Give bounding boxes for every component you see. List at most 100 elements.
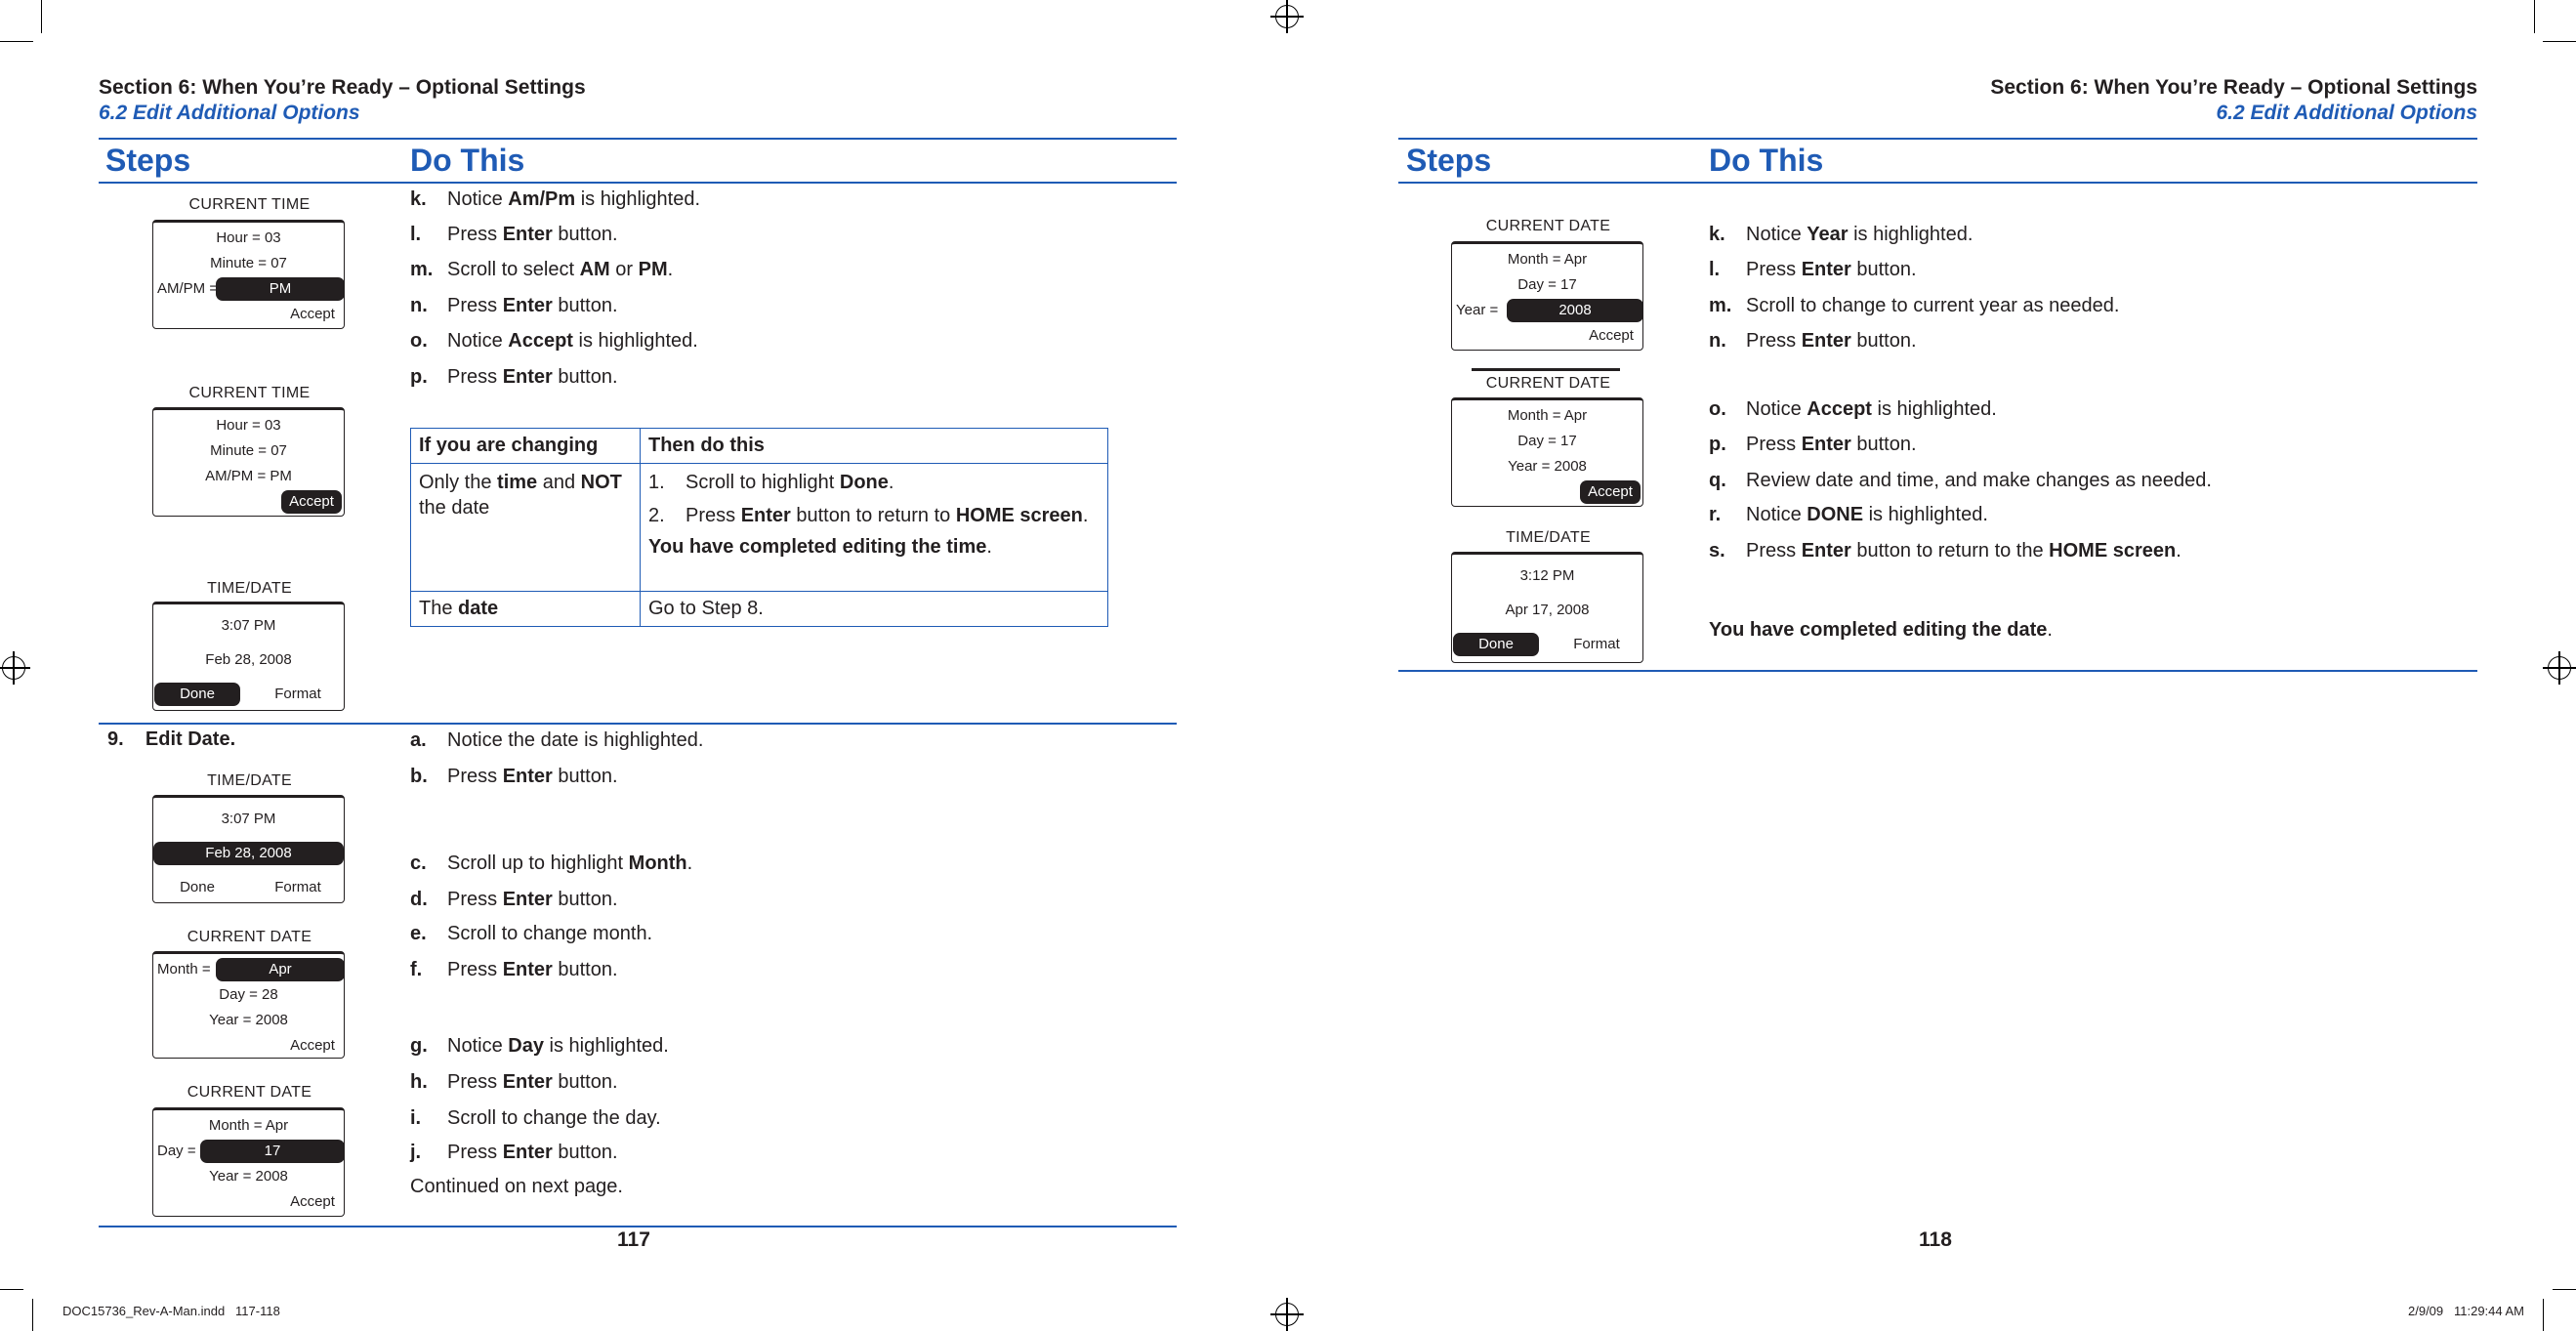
text: is highlighted. [575, 188, 701, 210]
bold-text: Enter [1801, 434, 1851, 455]
text: button. [552, 959, 618, 980]
registration-mark-icon [0, 651, 30, 685]
accept-option: Accept [290, 306, 335, 322]
time-display: 3:07 PM [221, 811, 276, 827]
item-text: Press Enter button. [447, 889, 618, 911]
text: is highlighted. [1863, 504, 1988, 525]
page-number: 117 [617, 1228, 650, 1251]
item-letter: p. [1709, 434, 1726, 455]
text: Press [447, 224, 503, 245]
registration-mark-icon [1270, 1298, 1304, 1331]
item-text: Press Enter button. [1746, 259, 1917, 281]
text: Scroll to change to current year as need… [1746, 295, 2120, 316]
date-display: Feb 28, 2008 [153, 842, 344, 865]
text: Scroll to select [447, 259, 580, 280]
table-row: Only the time and NOT the date 1. Scroll … [410, 463, 1108, 592]
item-text: Scroll to change to current year as need… [1746, 295, 2119, 317]
text: button to return to the [1850, 540, 2050, 562]
divider [1398, 670, 2477, 672]
decision-table: If you are changing Then do this Only th… [410, 428, 1108, 627]
bold-text: Year [1807, 224, 1849, 245]
table-header-cell: Then do this [640, 428, 1108, 464]
item-letter: l. [1709, 259, 1721, 280]
step-9-label: 9. Edit Date. [107, 728, 236, 750]
text: Press [447, 1071, 503, 1093]
section-subtitle: 6.2 Edit Additional Options [99, 102, 360, 124]
bold-text: AM [579, 259, 610, 280]
text: . [2047, 619, 2053, 641]
screen-field-row: Month = Apr [208, 1117, 289, 1134]
text: button. [552, 1071, 618, 1093]
text: Notice [447, 1035, 509, 1057]
bold-text: Enter [502, 295, 553, 316]
field-label: AM/PM = [157, 280, 219, 297]
numbered-step: 2. Press Enter button to return to HOME s… [648, 503, 1100, 528]
screen-title: CURRENT DATE [187, 929, 312, 945]
device-screen: 3:12 PM Apr 17, 2008 Done Format [1451, 552, 1643, 663]
crop-mark [2534, 0, 2535, 33]
text: Press [447, 959, 503, 980]
item-text: Press Enter button. [447, 959, 618, 981]
screen-button-format: Format [1573, 636, 1620, 652]
device-screen: Month = Apr Day = 28 Year = 2008 Accept [152, 951, 345, 1059]
item-letter: o. [1709, 398, 1726, 420]
item-text: Notice Day is highlighted. [447, 1035, 669, 1058]
text: Press [1746, 540, 1802, 562]
highlighted-value: 2008 [1507, 299, 1643, 322]
bold-text: Enter [502, 224, 553, 245]
text: . [686, 853, 693, 874]
bold-text: Enter [1801, 330, 1851, 352]
item-text: Review date and time, and make changes a… [1746, 470, 2212, 492]
screen-field-row: Day = 17 [153, 1140, 345, 1163]
registration-mark-icon [2543, 651, 2576, 685]
text: Notice [447, 330, 509, 352]
highlighted-value: PM [216, 277, 345, 301]
accept-option: Accept [1580, 480, 1641, 504]
step-number: 2. [648, 505, 665, 526]
screen-field-row: Minute = 07 [210, 255, 287, 271]
screen-field-row: AM/PM = PM [205, 468, 292, 484]
item-text: Press Enter button. [1746, 434, 1917, 456]
screen-field-row: Month = Apr [1507, 407, 1588, 424]
table-cell: Go to Step 8. [640, 591, 1108, 627]
table-header-cell: If you are changing [410, 428, 641, 464]
accept-option: Accept [290, 1193, 335, 1210]
registration-mark-icon [1270, 0, 1304, 33]
bold-text: Enter [502, 1142, 553, 1163]
item-letter: f. [410, 959, 423, 980]
divider [1398, 138, 2477, 140]
item-text: Notice Accept is highlighted. [447, 330, 698, 353]
screen-button-done: Done [180, 879, 215, 895]
text: and [537, 472, 581, 493]
step-number: 1. [648, 472, 665, 493]
screen-field-row: Year = 2008 [209, 1168, 288, 1185]
highlighted-value: Apr [216, 958, 345, 981]
screen-button-format: Format [274, 879, 321, 895]
screen-title: CURRENT TIME [188, 385, 311, 401]
screen-title: TIME/DATE [207, 580, 292, 597]
table-cell: The date [410, 591, 641, 627]
bold-text: Enter [502, 959, 553, 980]
bold-text: Enter [1801, 259, 1851, 280]
file-slug: DOC15736_Rev-A-Man.indd 117-118 [62, 1304, 280, 1318]
divider [1398, 182, 2477, 184]
text: button to return to [790, 505, 956, 526]
highlighted-value: 17 [200, 1140, 345, 1163]
screen-button-done: Done [154, 683, 240, 706]
screen-title: CURRENT DATE [1485, 218, 1611, 234]
text: Notice [1746, 224, 1807, 245]
text: Press [447, 295, 503, 316]
text: button. [552, 889, 618, 910]
text: Notice [1746, 504, 1807, 525]
completion-note: You have completed editing the date. [1709, 619, 2053, 642]
item-text: Press Enter button. [447, 1071, 618, 1094]
text: . [1082, 505, 1089, 526]
text: button. [552, 366, 618, 388]
date-display: Apr 17, 2008 [1505, 602, 1590, 618]
item-text: Press Enter button. [447, 366, 618, 389]
item-text: Scroll to change month. [447, 923, 652, 945]
screen-field-row: Hour = 03 [216, 229, 281, 246]
time-display: 3:07 PM [221, 617, 276, 634]
screen-field-row: Month = Apr [1507, 251, 1588, 268]
bold-text: Day [508, 1035, 544, 1057]
